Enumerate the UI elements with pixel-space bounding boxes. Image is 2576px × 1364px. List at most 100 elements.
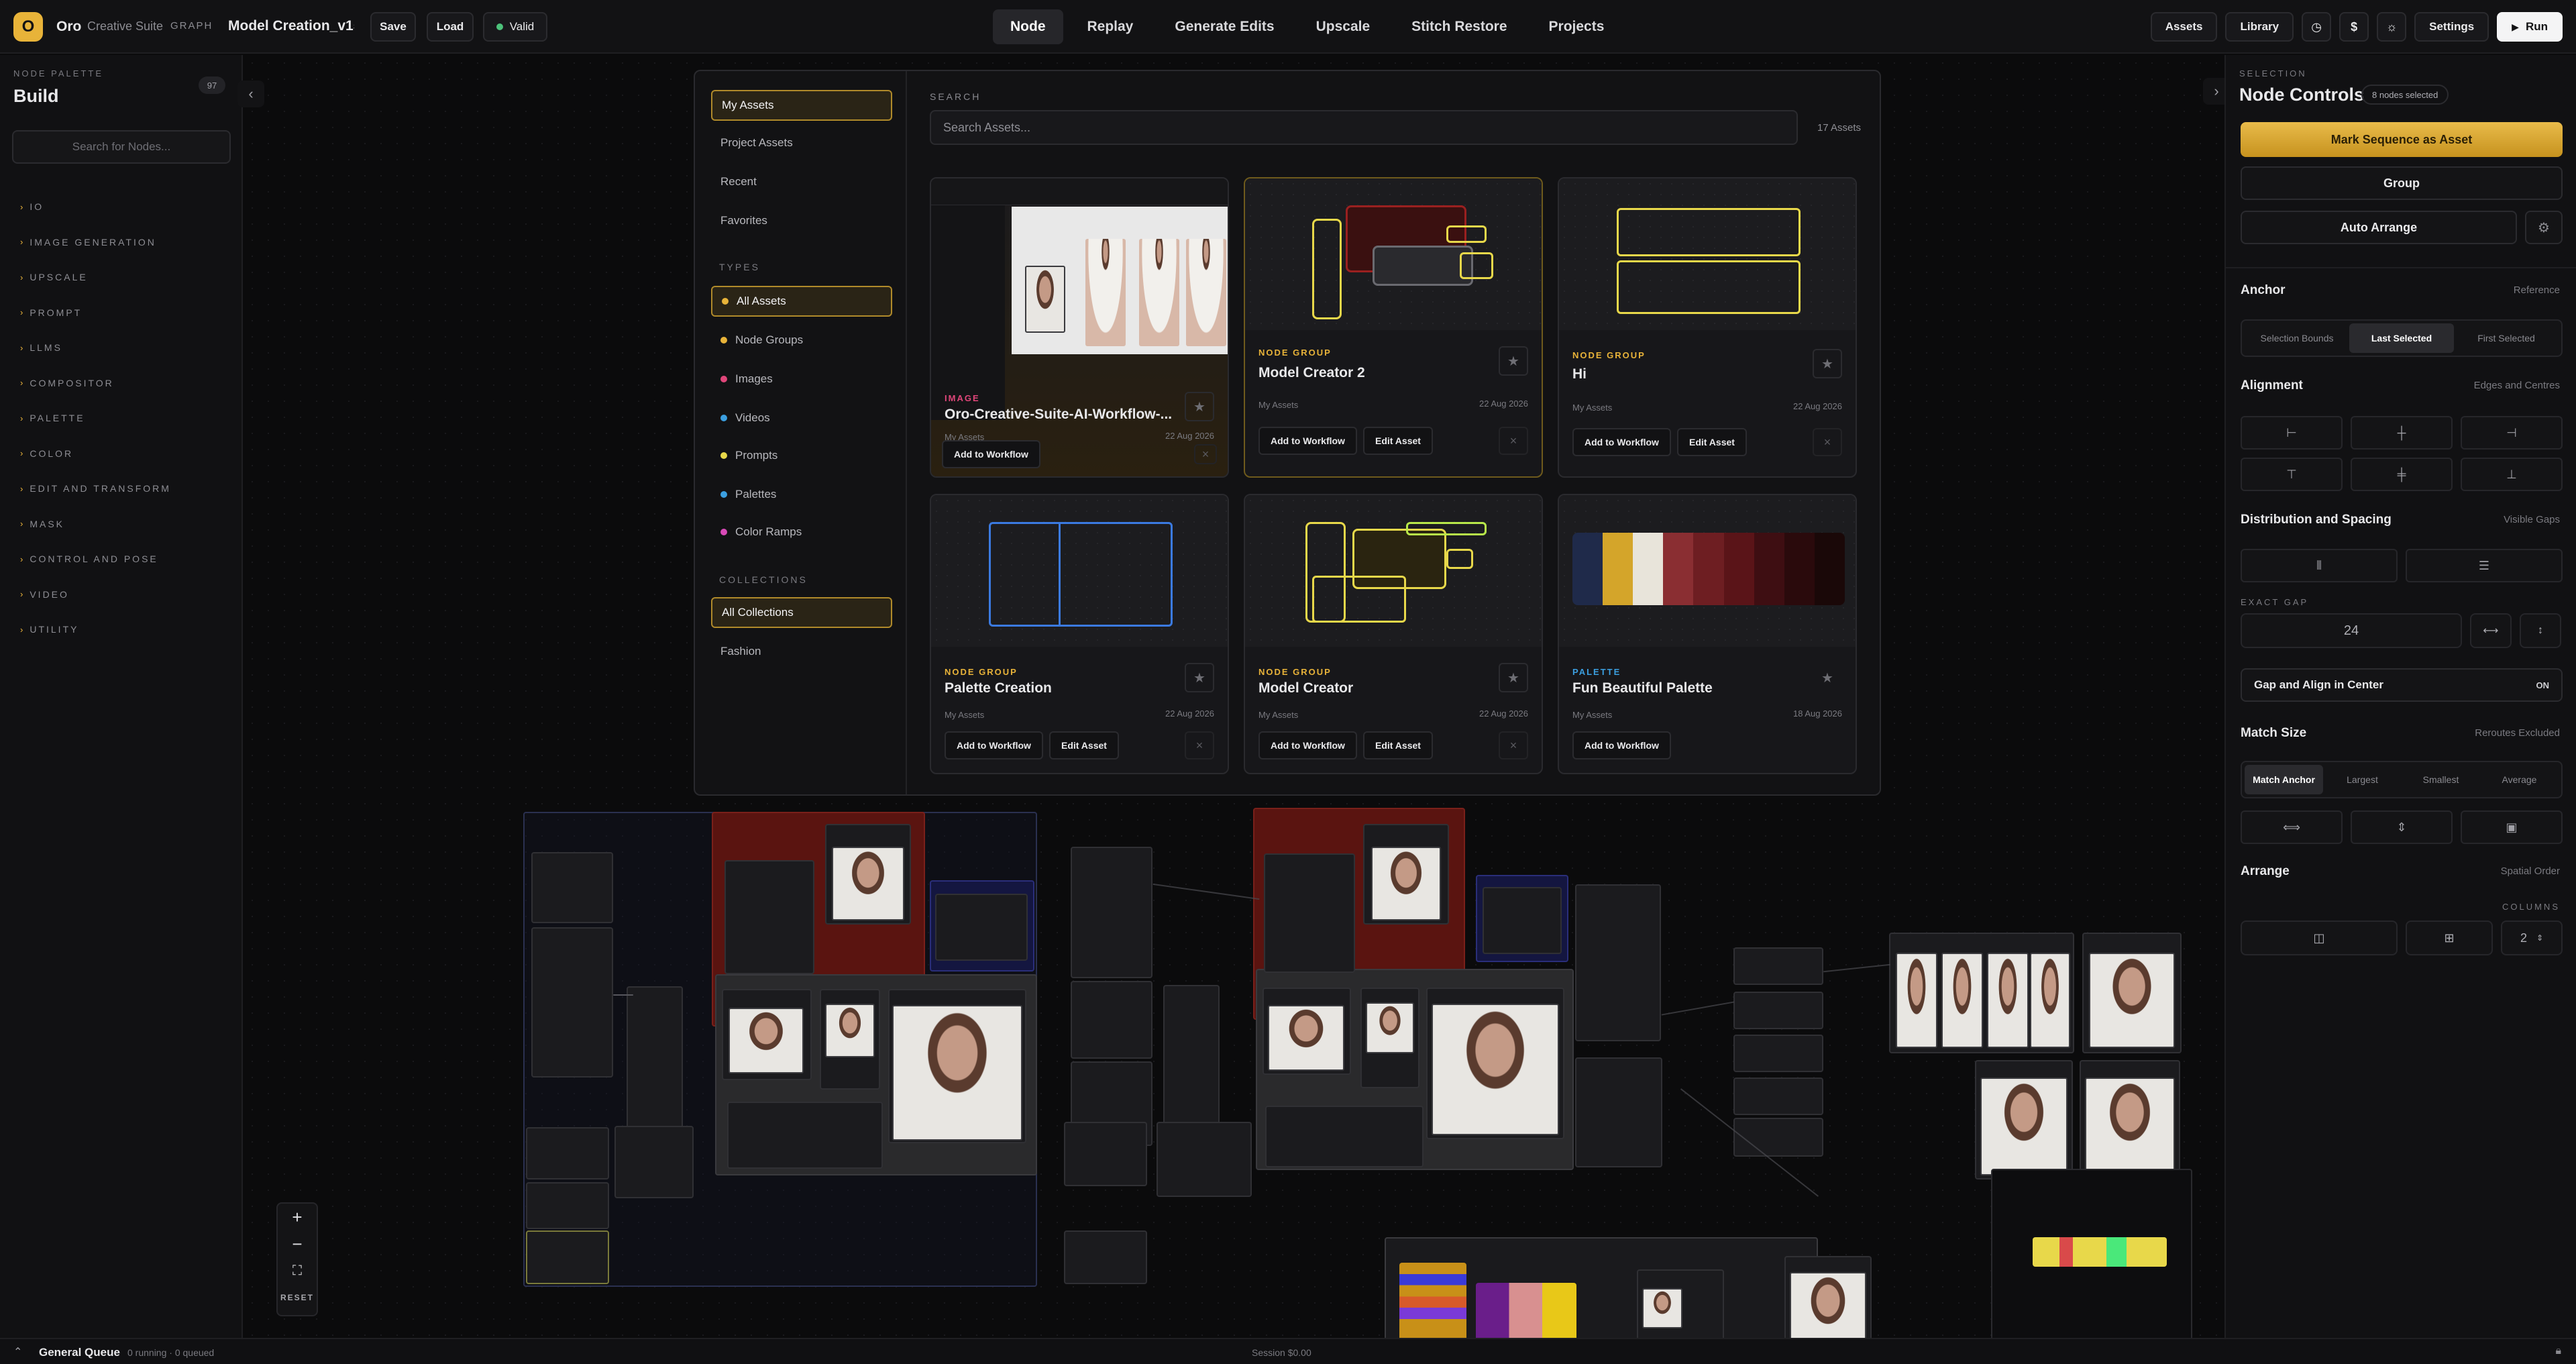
asset-card[interactable]: IMAGE Oro-Creative-Suite-AI-Workflow-...…: [930, 177, 1229, 478]
run-button[interactable]: ▶ Run: [2497, 12, 2563, 42]
anchor-option-selection-bounds[interactable]: Selection Bounds: [2245, 323, 2349, 353]
asset-card[interactable]: NODE GROUP Model Creator 2 My Assets 22 …: [1244, 177, 1543, 478]
zoom-out-icon[interactable]: −: [278, 1230, 317, 1257]
anchor-option-first-selected[interactable]: First Selected: [2454, 323, 2559, 353]
fit-view-icon[interactable]: ⛶: [278, 1257, 317, 1284]
category-io[interactable]: › IO: [20, 189, 171, 225]
prompt-node[interactable]: [526, 1127, 609, 1179]
add-to-workflow-button[interactable]: Add to Workflow: [945, 731, 1043, 759]
tab-upscale[interactable]: Upscale: [1299, 9, 1388, 44]
output-node[interactable]: [1733, 992, 1823, 1029]
delete-icon[interactable]: ×: [1194, 444, 1217, 464]
tab-generate-edits[interactable]: Generate Edits: [1157, 9, 1291, 44]
zoom-reset-button[interactable]: RESET: [278, 1284, 317, 1311]
category-llms[interactable]: › LLMS: [20, 330, 171, 366]
stepper-icon[interactable]: ⇕: [2536, 933, 2543, 943]
align-left-icon[interactable]: ⊢: [2241, 416, 2343, 450]
theme-toggle-icon[interactable]: ☼: [2377, 12, 2407, 42]
collection-all[interactable]: All Collections: [711, 597, 892, 628]
asset-search-input[interactable]: Search Assets...: [930, 110, 1798, 145]
category-upscale[interactable]: › UPSCALE: [20, 260, 171, 295]
prompt-manager-node[interactable]: [1157, 1122, 1252, 1197]
edit-asset-button[interactable]: Edit Asset: [1363, 731, 1433, 759]
output-node[interactable]: [1733, 1078, 1823, 1115]
align-center-horizontal-icon[interactable]: ┼: [2351, 416, 2453, 450]
prompt-node[interactable]: [935, 894, 1028, 961]
apply-vertical-gap-icon[interactable]: ↕: [2520, 613, 2561, 648]
tab-stitch-restore[interactable]: Stitch Restore: [1394, 9, 1524, 44]
text-agent-node[interactable]: [724, 860, 814, 974]
type-images[interactable]: Images: [711, 364, 892, 395]
columns-input[interactable]: 2 ⇕: [2501, 921, 2563, 955]
nav-my-assets[interactable]: My Assets: [711, 90, 892, 121]
delete-icon[interactable]: ×: [1499, 731, 1528, 759]
category-edit-and-transform[interactable]: › EDIT AND TRANSFORM: [20, 471, 171, 507]
category-palette[interactable]: › PALETTE: [20, 401, 171, 436]
asset-card[interactable]: NODE GROUP Model Creator My Assets 22 Au…: [1244, 494, 1543, 774]
align-middle-vertical-icon[interactable]: ╪: [2351, 458, 2453, 491]
prompt-node[interactable]: [1575, 884, 1661, 1041]
load-button[interactable]: Load: [427, 12, 474, 42]
align-right-icon[interactable]: ⊣: [2461, 416, 2563, 450]
match-option-average[interactable]: Average: [2480, 765, 2559, 794]
category-mask[interactable]: › MASK: [20, 507, 171, 542]
type-all-assets[interactable]: All Assets: [711, 286, 892, 317]
tab-node[interactable]: Node: [993, 9, 1063, 44]
arrange-grid-icon[interactable]: ⊞: [2406, 921, 2493, 955]
nav-project-assets[interactable]: Project Assets: [711, 127, 892, 158]
nav-recent[interactable]: Recent: [711, 166, 892, 197]
prompt-node[interactable]: [526, 1182, 609, 1229]
group-button[interactable]: Group: [2241, 166, 2563, 200]
prompt-node[interactable]: [1071, 981, 1152, 1059]
prompt-node[interactable]: [727, 1102, 883, 1169]
queue-expand-icon[interactable]: ⌃: [13, 1345, 22, 1359]
prompt-node[interactable]: [531, 927, 613, 1078]
project-name[interactable]: Model Creation_v15: [228, 18, 354, 34]
output-node[interactable]: [1733, 947, 1823, 985]
arrange-row-icon[interactable]: ◫: [2241, 921, 2398, 955]
prompt-node[interactable]: [1265, 1106, 1424, 1167]
settings-button[interactable]: Settings: [2414, 12, 2489, 42]
align-bottom-icon[interactable]: ⊥: [2461, 458, 2563, 491]
tab-replay[interactable]: Replay: [1070, 9, 1151, 44]
text-agent-node[interactable]: [1575, 1057, 1662, 1167]
gap-align-center-toggle[interactable]: Gap and Align in Center ON: [2241, 668, 2563, 702]
delete-icon[interactable]: ×: [1813, 428, 1842, 456]
collapse-left-panel-icon[interactable]: ‹: [237, 81, 264, 107]
prompt-manager-node[interactable]: [614, 1126, 694, 1198]
prompt-node[interactable]: [526, 1230, 609, 1284]
add-to-workflow-button[interactable]: Add to Workflow: [1258, 427, 1357, 455]
asset-card[interactable]: NODE GROUP Hi My Assets 22 Aug 2026 ★ Ad…: [1558, 177, 1857, 478]
node-search-input[interactable]: Search for Nodes...: [12, 130, 231, 164]
match-height-icon[interactable]: ⇕: [2351, 810, 2453, 844]
match-option-largest[interactable]: Largest: [2323, 765, 2402, 794]
delete-icon[interactable]: ×: [1499, 427, 1528, 455]
mark-sequence-button[interactable]: Mark Sequence as Asset: [2241, 122, 2563, 157]
nav-favorites[interactable]: Favorites: [711, 205, 892, 236]
match-width-icon[interactable]: ⟺: [2241, 810, 2343, 844]
distribute-horizontal-icon[interactable]: ⫴: [2241, 549, 2398, 582]
add-to-workflow-button[interactable]: Add to Workflow: [1572, 428, 1671, 456]
lock-icon[interactable]: 🔒︎: [2555, 1345, 2561, 1357]
billing-button[interactable]: $: [2339, 12, 2369, 42]
favorite-star-icon[interactable]: ★: [1813, 663, 1842, 692]
favorite-star-icon[interactable]: ★: [1813, 349, 1842, 378]
history-icon[interactable]: ◷: [2302, 12, 2332, 42]
app-logo[interactable]: O: [13, 12, 43, 42]
zoom-in-icon[interactable]: +: [278, 1204, 317, 1230]
add-to-workflow-button[interactable]: Add to Workflow: [1572, 731, 1671, 759]
prompt-node[interactable]: [531, 852, 613, 923]
queue-name[interactable]: General Queue: [39, 1346, 120, 1359]
category-utility[interactable]: › UTILITY: [20, 612, 171, 647]
arrange-settings-icon[interactable]: ⚙: [2525, 211, 2563, 244]
match-both-icon[interactable]: ▣: [2461, 810, 2563, 844]
favorite-star-icon[interactable]: ★: [1499, 663, 1528, 692]
prompt-node[interactable]: [1064, 1230, 1147, 1284]
edit-asset-button[interactable]: Edit Asset: [1363, 427, 1433, 455]
asset-card[interactable]: NODE GROUP Palette Creation My Assets 22…: [930, 494, 1229, 774]
edit-asset-button[interactable]: Edit Asset: [1049, 731, 1119, 759]
library-button[interactable]: Library: [2225, 12, 2294, 42]
prompt-node[interactable]: [1064, 1122, 1147, 1186]
align-top-icon[interactable]: ⊤: [2241, 458, 2343, 491]
assets-button[interactable]: Assets: [2150, 12, 2218, 42]
